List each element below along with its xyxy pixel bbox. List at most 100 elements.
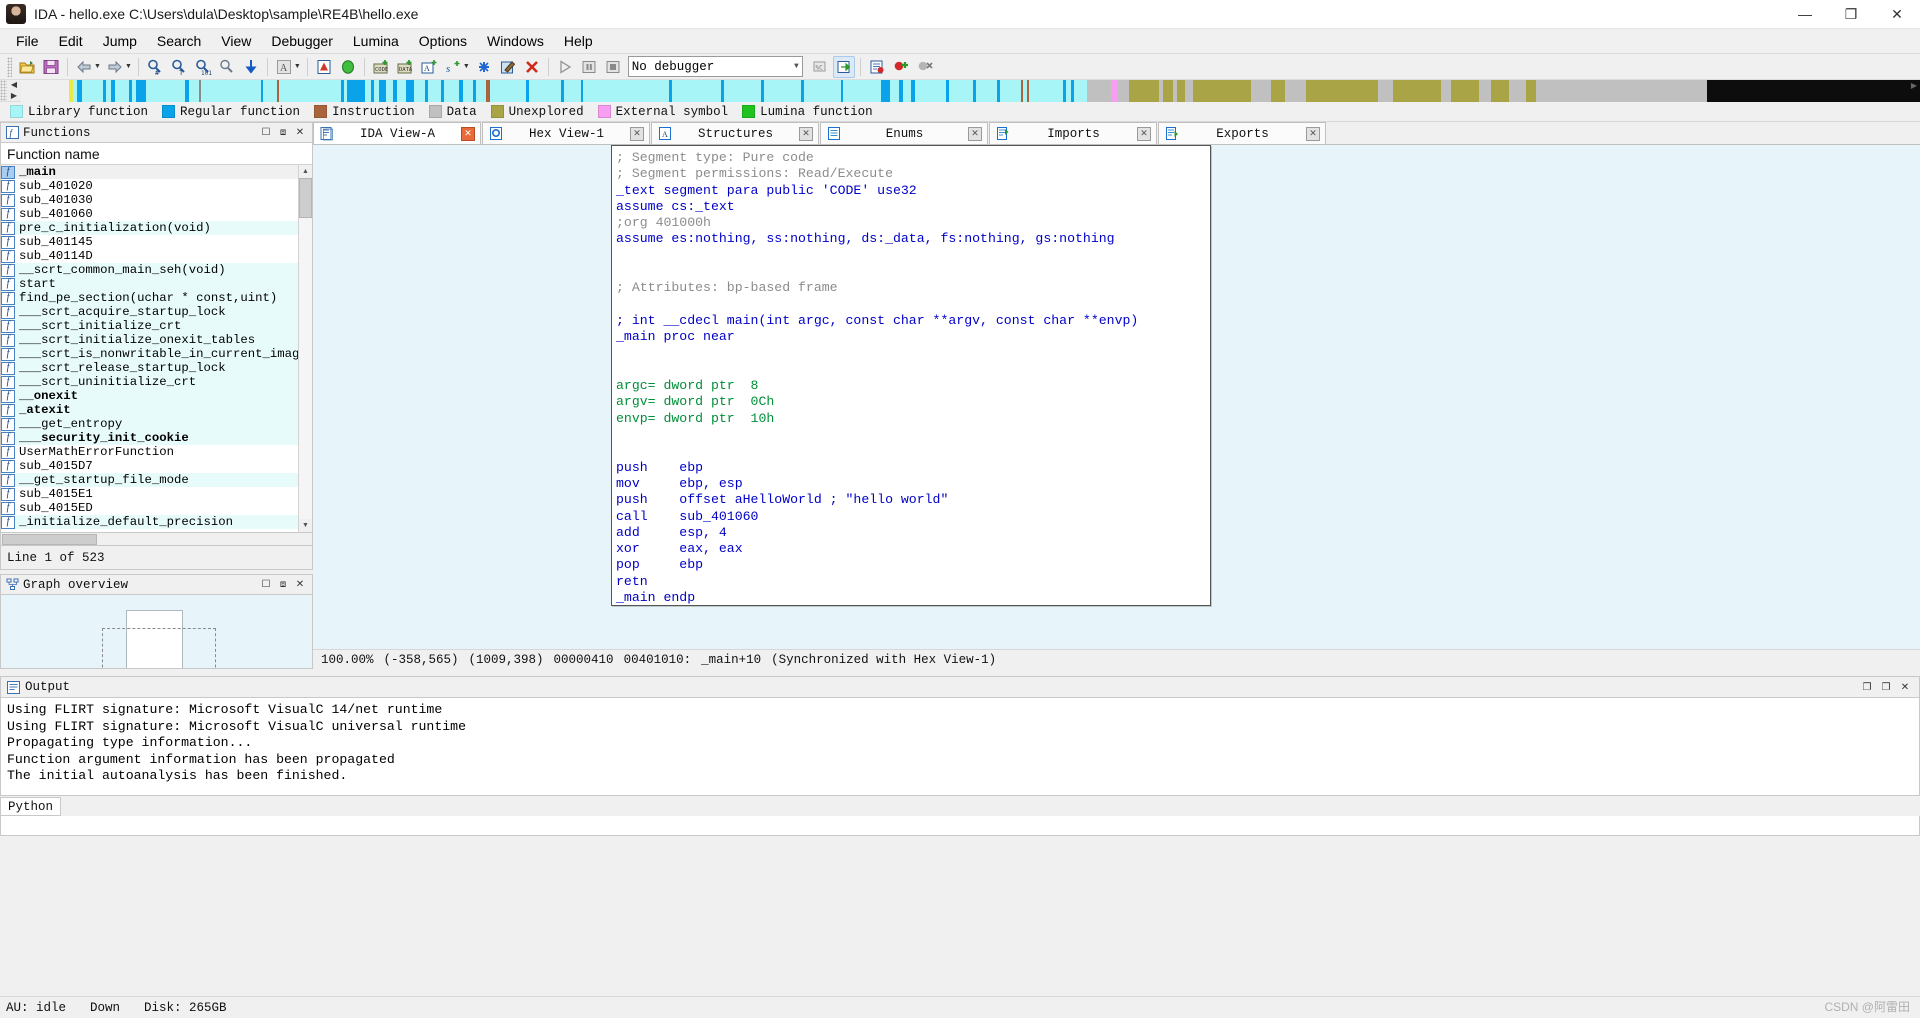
disassembly-line[interactable]: [612, 248, 1210, 264]
disassembly-line[interactable]: [612, 443, 1210, 459]
jump-down-icon[interactable]: [240, 56, 262, 78]
attach-process-icon[interactable]: %C: [809, 56, 831, 78]
disassembly-line[interactable]: assume es:nothing, ss:nothing, ds:_data,…: [612, 231, 1210, 247]
function-list-item[interactable]: f UserMathErrorFunction: [1, 445, 298, 459]
menu-file[interactable]: File: [6, 30, 49, 52]
close-button[interactable]: ✕: [1874, 0, 1920, 29]
menu-options[interactable]: Options: [409, 30, 477, 52]
graph-restore-icon[interactable]: ☐: [259, 578, 273, 592]
disassembly-line[interactable]: push offset aHelloWorld ; "hello world": [612, 492, 1210, 508]
navband-expand-icon[interactable]: ▶: [1908, 78, 1920, 92]
disassembly-line[interactable]: [612, 362, 1210, 378]
function-list-item[interactable]: f sub_40114D: [1, 249, 298, 263]
scroll-up-icon[interactable]: ▲: [299, 165, 312, 178]
disassembly-line[interactable]: xor eax, eax: [612, 541, 1210, 557]
function-list-item[interactable]: f sub_401060: [1, 207, 298, 221]
disassembly-line[interactable]: mov ebp, esp: [612, 476, 1210, 492]
green-circle-icon[interactable]: [337, 56, 359, 78]
disassembly-line[interactable]: argv= dword ptr 0Ch: [612, 394, 1210, 410]
graph-float-icon[interactable]: ⧈: [276, 578, 290, 592]
nav-left-arrow-icon[interactable]: ◀: [11, 81, 17, 89]
functions-vertical-scrollbar[interactable]: ▲ ▼: [298, 165, 312, 532]
menu-windows[interactable]: Windows: [477, 30, 554, 52]
nav-right-arrow-icon[interactable]: ▶: [11, 91, 17, 100]
function-list-item[interactable]: f __scrt_common_main_seh(void): [1, 263, 298, 277]
function-list-item[interactable]: f sub_401145: [1, 235, 298, 249]
disassembly-line[interactable]: call sub_401060: [612, 509, 1210, 525]
output-close-icon[interactable]: ✕: [1898, 680, 1912, 694]
function-list-item[interactable]: f sub_401030: [1, 193, 298, 207]
open-file-icon[interactable]: [16, 56, 38, 78]
function-list-item[interactable]: f ___scrt_is_nonwritable_in_current_image: [1, 347, 298, 361]
text-style-icon[interactable]: A: [273, 56, 295, 78]
function-list-item[interactable]: f sub_4015ED: [1, 501, 298, 515]
function-list-item[interactable]: f __get_startup_file_mode: [1, 473, 298, 487]
disassembly-line[interactable]: ; Attributes: bp-based frame: [612, 280, 1210, 296]
tab-close-icon[interactable]: ✕: [799, 126, 813, 141]
disassembly-line[interactable]: _main endp: [612, 590, 1210, 605]
disassembly-lines[interactable]: ; Segment type: Pure code; Segment permi…: [612, 146, 1210, 605]
tab-close-icon[interactable]: ✕: [968, 126, 982, 141]
tab-enums[interactable]: Enums ✕: [820, 122, 988, 144]
tab-close-icon[interactable]: ✕: [630, 126, 644, 141]
text-style-dropdown-icon[interactable]: ▼: [294, 63, 301, 70]
back-arrow-icon[interactable]: [73, 56, 95, 78]
disassembly-line[interactable]: [612, 346, 1210, 362]
run-play-icon[interactable]: [554, 56, 576, 78]
make-ascii-icon[interactable]: A: [418, 56, 440, 78]
tab-python[interactable]: Python: [0, 797, 62, 816]
tab-close-icon[interactable]: ✕: [1306, 126, 1320, 141]
forward-arrow-icon[interactable]: [104, 56, 126, 78]
disassembly-line[interactable]: [612, 264, 1210, 280]
disassembly-line[interactable]: [612, 297, 1210, 313]
output-float-icon[interactable]: ❐: [1879, 680, 1893, 694]
functions-list[interactable]: f _main f sub_401020 f sub_401030 f sub_401060f…: [1, 165, 298, 532]
debugger-select[interactable]: No debugger ▼: [627, 56, 803, 77]
function-list-item[interactable]: f ___security_init_cookie: [1, 431, 298, 445]
tab-imports[interactable]: Imports ✕: [989, 122, 1157, 144]
disassembly-line[interactable]: _main proc near: [612, 329, 1210, 345]
breakpoint-list-icon[interactable]: [866, 56, 888, 78]
pause-icon[interactable]: [578, 56, 600, 78]
function-list-item[interactable]: f _atexit: [1, 403, 298, 417]
tab-exports[interactable]: Exports ✕: [1158, 122, 1326, 144]
disassembly-line[interactable]: ;org 401000h: [612, 215, 1210, 231]
search-text-icon[interactable]: T: [168, 56, 190, 78]
search-bytes-icon[interactable]: 101: [192, 56, 214, 78]
disassembly-line[interactable]: pop ebp: [612, 557, 1210, 573]
toolbar-grip[interactable]: [7, 56, 12, 77]
disassembly-line[interactable]: push ebp: [612, 460, 1210, 476]
delete-x-icon[interactable]: [521, 56, 543, 78]
output-restore-icon[interactable]: ❐: [1860, 680, 1874, 694]
function-list-item[interactable]: f _main: [1, 165, 298, 179]
command-input[interactable]: [0, 816, 1920, 836]
menu-help[interactable]: Help: [554, 30, 603, 52]
disassembly-window[interactable]: ; Segment type: Pure code; Segment permi…: [611, 145, 1211, 606]
function-list-item[interactable]: f sub_401020: [1, 179, 298, 193]
tab-structures[interactable]: A Structures ✕: [651, 122, 819, 144]
disassembly-line[interactable]: argc= dword ptr 8: [612, 378, 1210, 394]
tab-ida-view-a[interactable]: IDA View-A ✕: [313, 122, 481, 144]
tab-hex-view-1[interactable]: Hex View-1 ✕: [482, 122, 650, 144]
functions-horizontal-scrollbar[interactable]: [0, 533, 313, 546]
graph-overview-canvas[interactable]: [0, 594, 313, 669]
make-struct-icon[interactable]: s: [442, 56, 464, 78]
make-code-icon[interactable]: CODE: [370, 56, 392, 78]
tab-close-icon[interactable]: ✕: [1137, 126, 1151, 141]
functions-column-header[interactable]: Function name: [1, 143, 312, 165]
search-next-icon[interactable]: [216, 56, 238, 78]
flag-red-icon[interactable]: [313, 56, 335, 78]
hscroll-thumb[interactable]: [2, 533, 97, 545]
scroll-track[interactable]: [299, 218, 312, 519]
navband-grip[interactable]: [0, 80, 7, 101]
disassembly-line[interactable]: ; Segment type: Pure code: [612, 150, 1210, 166]
function-list-item[interactable]: f _initialize_default_precision: [1, 515, 298, 529]
menu-edit[interactable]: Edit: [49, 30, 93, 52]
tab-close-icon[interactable]: ✕: [461, 126, 475, 141]
disassembly-line[interactable]: ; Segment permissions: Read/Execute: [612, 166, 1210, 182]
function-list-item[interactable]: f find_pe_section(uchar * const,uint): [1, 291, 298, 305]
disassembly-line[interactable]: [612, 427, 1210, 443]
disassembly-line[interactable]: retn: [612, 574, 1210, 590]
disassembly-line[interactable]: _text segment para public 'CODE' use32: [612, 183, 1210, 199]
scroll-thumb[interactable]: [299, 178, 312, 218]
